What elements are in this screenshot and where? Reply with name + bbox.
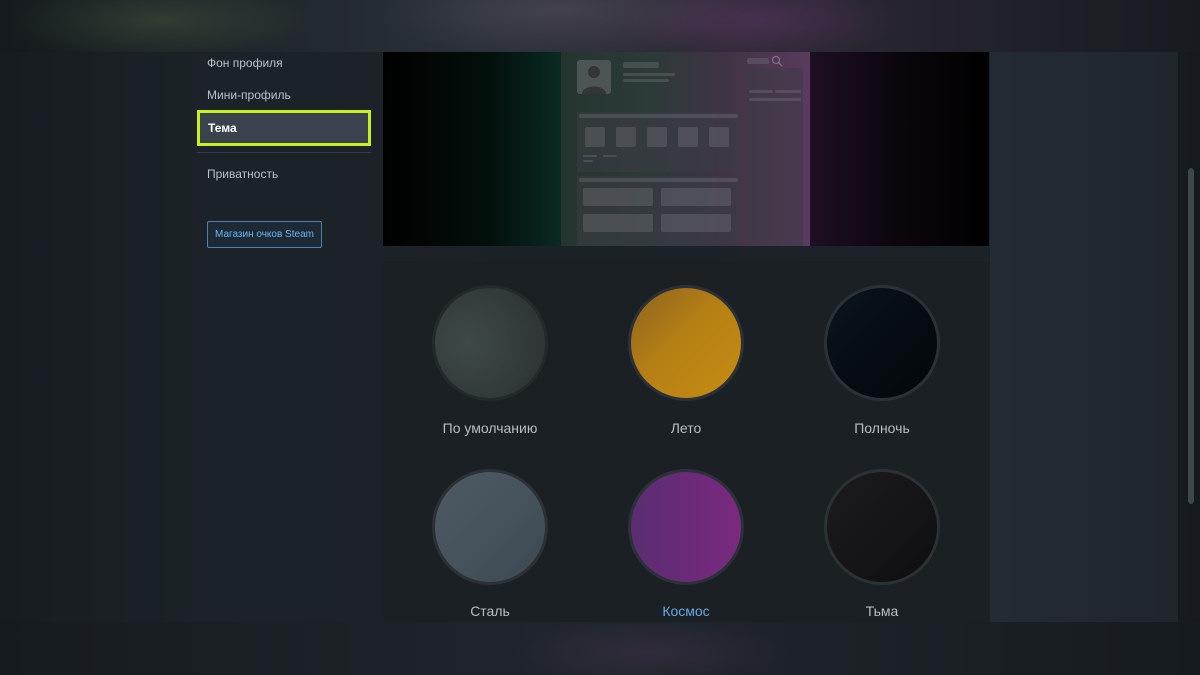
right-column <box>990 52 1178 622</box>
preview-line <box>603 155 617 157</box>
theme-label: Космос <box>662 603 710 619</box>
preview-tile <box>678 127 698 147</box>
sidebar-item-label: Тема <box>208 121 237 135</box>
preview-name-line <box>623 73 675 76</box>
theme-swatch[interactable] <box>824 469 940 585</box>
theme-label: Лето <box>670 420 702 436</box>
preview-showcase-header <box>579 114 738 118</box>
preview-showcase-2 <box>577 176 740 246</box>
preview-card <box>583 214 653 232</box>
theme-option-default[interactable]: По умолчанию <box>392 285 588 445</box>
avatar-icon <box>577 60 611 94</box>
scrollbar-thumb[interactable] <box>1188 168 1194 504</box>
sidebar-item-label: Фон профиля <box>207 56 283 70</box>
theme-option-summer[interactable]: Лето <box>588 285 784 445</box>
preview-level-box <box>747 58 769 64</box>
preview-profile-mock <box>561 52 810 246</box>
preview-showcase-header <box>579 178 738 182</box>
theme-swatch[interactable] <box>628 469 744 585</box>
sidebar-item-theme[interactable]: Тема <box>197 110 371 146</box>
theme-preview <box>383 52 989 246</box>
preview-name-line <box>623 62 659 68</box>
theme-option-steel[interactable]: Сталь <box>392 469 588 629</box>
preview-right-panel-row <box>775 90 801 93</box>
theme-label: Полночь <box>854 420 910 436</box>
points-shop-button-label: Магазин очков Steam <box>215 229 314 240</box>
preview-right-panel-row <box>749 90 773 93</box>
preview-card <box>661 188 731 206</box>
preview-line <box>583 160 593 162</box>
preview-name-line <box>623 79 669 82</box>
preview-card <box>661 214 731 232</box>
preview-card <box>583 188 653 206</box>
preview-tile <box>647 127 667 147</box>
preview-tile <box>616 127 636 147</box>
theme-option-darkness[interactable]: Тьма <box>784 469 980 629</box>
theme-option-cosmos[interactable]: Космос <box>588 469 784 629</box>
sidebar-item-label: Приватность <box>207 167 279 181</box>
sidebar-item-privacy[interactable]: Приватность <box>207 167 278 181</box>
theme-label: По умолчанию <box>442 420 538 436</box>
top-background-band <box>0 0 1200 52</box>
preview-right-panel-row <box>749 98 801 101</box>
theme-label: Сталь <box>470 603 510 619</box>
theme-swatch[interactable] <box>824 285 940 401</box>
preview-tile <box>585 127 605 147</box>
search-icon <box>771 55 783 67</box>
theme-selector: По умолчанию Лето Полночь Сталь Космос Т… <box>383 261 989 622</box>
sidebar-divider <box>197 152 371 153</box>
theme-swatch[interactable] <box>432 469 548 585</box>
sidebar-item-label: Мини-профиль <box>207 88 291 102</box>
preview-left-background <box>383 52 561 246</box>
bottom-background-band <box>0 622 1200 675</box>
preview-right-panel <box>747 68 803 246</box>
preview-line <box>583 155 597 157</box>
theme-option-midnight[interactable]: Полночь <box>784 285 980 445</box>
theme-swatch[interactable] <box>628 285 744 401</box>
points-shop-button[interactable]: Магазин очков Steam <box>207 221 322 248</box>
sidebar-item-profile-background[interactable]: Фон профиля <box>207 56 283 70</box>
theme-label: Тьма <box>865 603 899 619</box>
sidebar-item-mini-profile[interactable]: Мини-профиль <box>207 88 291 102</box>
preview-right-background <box>810 52 989 246</box>
theme-swatch[interactable] <box>432 285 548 401</box>
preview-tile <box>709 127 729 147</box>
